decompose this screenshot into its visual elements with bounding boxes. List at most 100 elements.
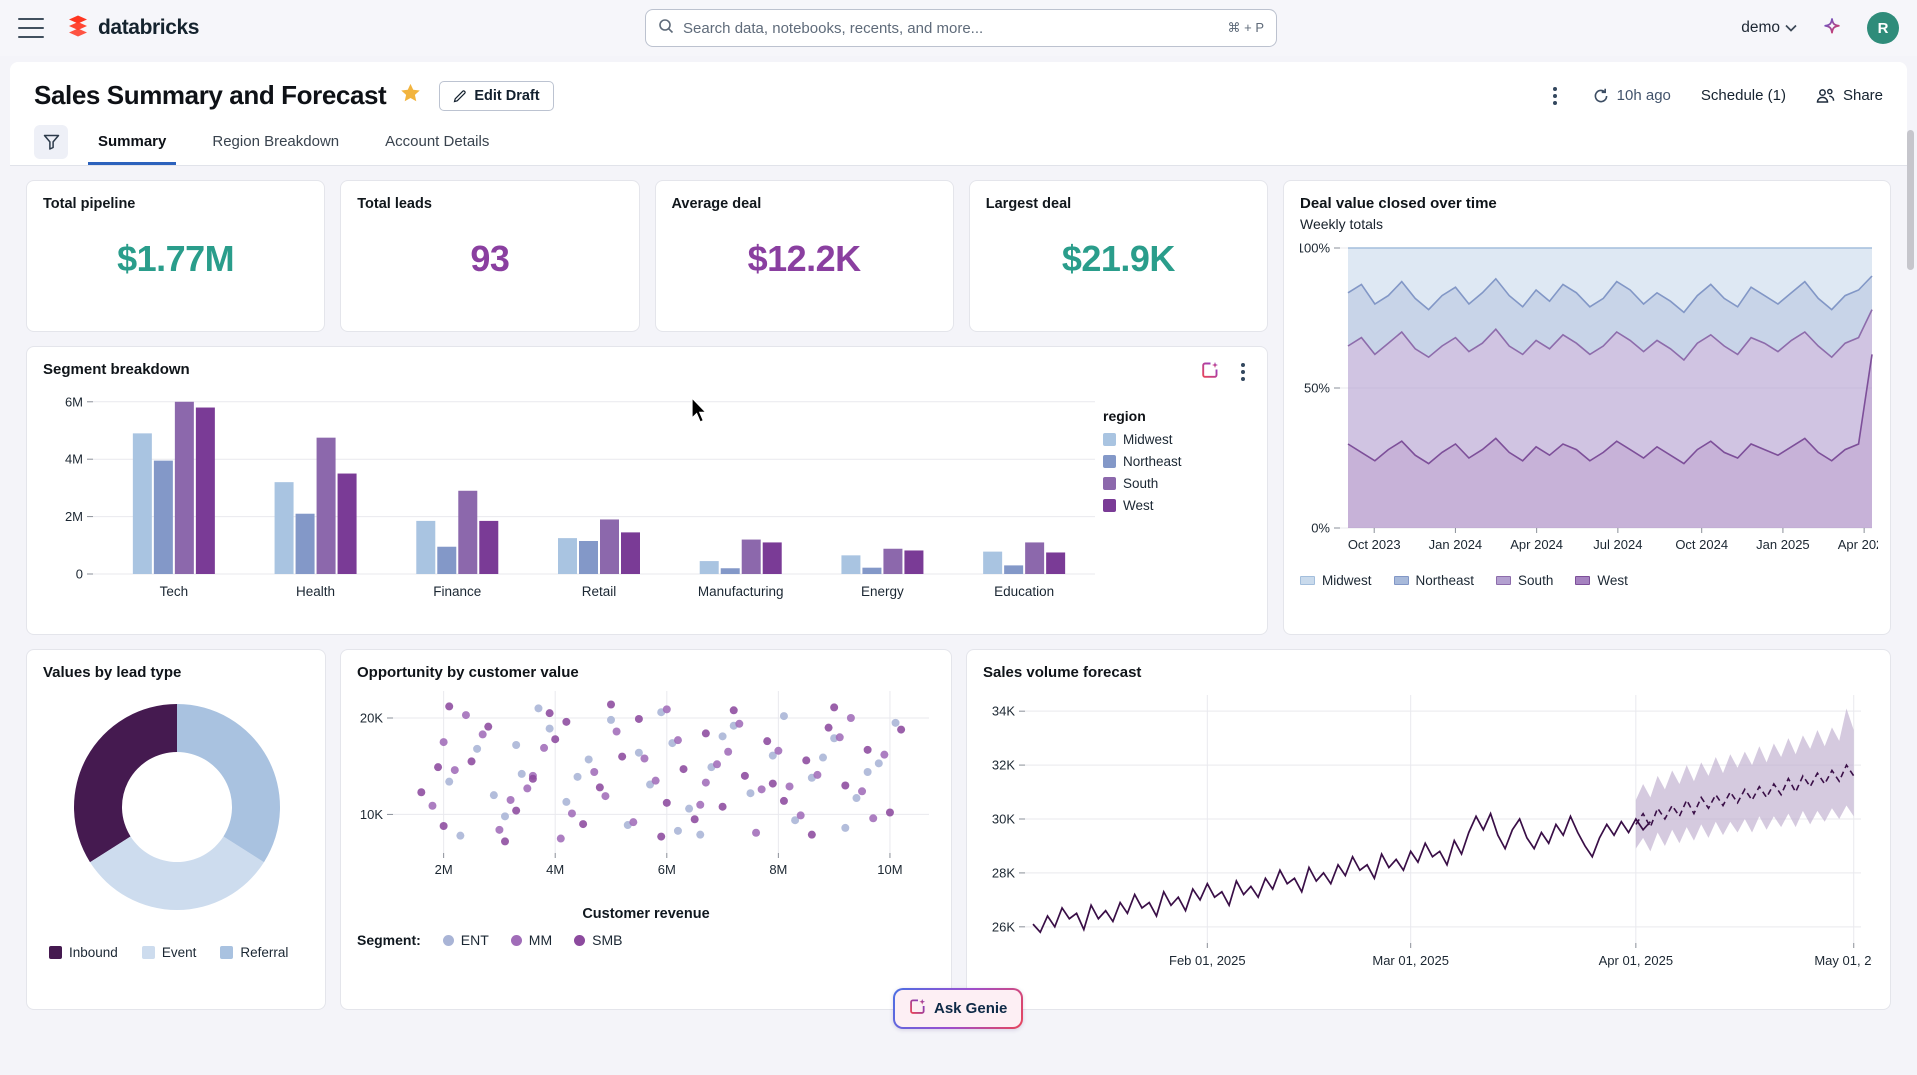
user-avatar[interactable]: R xyxy=(1867,12,1899,44)
x-axis-title: Customer revenue xyxy=(357,906,935,922)
svg-text:Finance: Finance xyxy=(433,584,481,599)
kpi-value: $12.2K xyxy=(672,238,937,280)
legend-item-west[interactable]: West xyxy=(1575,573,1628,588)
legend-item-ent[interactable]: ENT xyxy=(443,932,489,948)
kpi-label: Total leads xyxy=(357,196,622,212)
svg-text:28K: 28K xyxy=(992,865,1015,880)
svg-text:6M: 6M xyxy=(658,862,676,877)
lead-type-donut-chart[interactable] xyxy=(43,681,311,943)
legend-item-northeast[interactable]: Northeast xyxy=(1394,573,1475,588)
chart-title: Segment breakdown xyxy=(43,361,1251,378)
sales-forecast-card: Sales volume forecast Feb 01, 2025Mar 01… xyxy=(966,649,1891,1010)
chevron-down-icon xyxy=(1785,24,1797,32)
svg-text:Tech: Tech xyxy=(160,584,189,599)
chart-overflow-menu[interactable] xyxy=(1235,359,1251,385)
svg-text:May 01, 2025: May 01, 2025 xyxy=(1814,953,1872,968)
chart-title: Values by lead type xyxy=(43,664,309,681)
svg-text:Jul 2024: Jul 2024 xyxy=(1593,537,1642,552)
pencil-icon xyxy=(453,89,467,103)
filter-funnel-icon xyxy=(43,134,60,150)
search-input[interactable] xyxy=(683,20,1219,37)
svg-text:34K: 34K xyxy=(992,704,1015,719)
schedule-label: Schedule (1) xyxy=(1701,87,1786,104)
segment-breakdown-card: Segment breakdown 02M4M6MTechHealthFinan… xyxy=(26,346,1268,635)
share-people-icon xyxy=(1816,88,1835,104)
global-search[interactable]: ⌘ + P xyxy=(645,9,1277,47)
hamburger-menu-icon[interactable] xyxy=(18,18,44,38)
svg-text:Education: Education xyxy=(994,584,1054,599)
legend-item-inbound[interactable]: Inbound xyxy=(49,945,118,960)
deal-value-area-chart[interactable]: 0%50%100%Oct 2023Jan 2024Apr 2024Jul 202… xyxy=(1300,232,1878,562)
tab-region-breakdown[interactable]: Region Breakdown xyxy=(202,123,349,165)
svg-text:30K: 30K xyxy=(992,812,1015,827)
topbar: databricks ⌘ + P demo R xyxy=(0,0,1917,56)
svg-text:Jan 2025: Jan 2025 xyxy=(1756,537,1810,552)
refresh-icon xyxy=(1593,88,1609,104)
tab-summary[interactable]: Summary xyxy=(88,123,176,165)
legend-item-south[interactable]: South xyxy=(1496,573,1553,588)
dashboard-sheet: Sales Summary and Forecast Edit Draft 10… xyxy=(10,62,1907,166)
search-icon xyxy=(658,18,674,39)
assistant-sparkle-icon[interactable] xyxy=(1821,15,1843,42)
schedule-button[interactable]: Schedule (1) xyxy=(1701,87,1786,104)
legend-item-northeast[interactable]: Northeast xyxy=(1103,454,1215,469)
svg-text:Apr 01, 2025: Apr 01, 2025 xyxy=(1599,953,1673,968)
legend-item-south[interactable]: South xyxy=(1103,476,1215,491)
edit-draft-button[interactable]: Edit Draft xyxy=(439,81,553,111)
legend-item-west[interactable]: West xyxy=(1103,498,1215,513)
edit-draft-label: Edit Draft xyxy=(474,88,539,104)
databricks-logo-icon xyxy=(66,14,90,43)
legend-item-mm[interactable]: MM xyxy=(511,932,552,948)
svg-text:10M: 10M xyxy=(877,862,902,877)
kpi-label: Largest deal xyxy=(986,196,1251,212)
legend-item-midwest[interactable]: Midwest xyxy=(1103,432,1215,447)
filters-button[interactable] xyxy=(34,125,68,159)
scrollbar-thumb[interactable] xyxy=(1907,130,1914,270)
svg-text:10K: 10K xyxy=(360,807,383,822)
opportunity-scatter-chart[interactable]: 2M4M6M8M10M10K20K xyxy=(357,681,937,899)
share-button[interactable]: Share xyxy=(1816,87,1883,104)
segment-breakdown-bar-chart[interactable]: 02M4M6MTechHealthFinanceRetailManufactur… xyxy=(43,378,1103,615)
add-to-genie-icon[interactable] xyxy=(1201,361,1219,384)
svg-text:Health: Health xyxy=(296,584,335,599)
legend-item-referral[interactable]: Referral xyxy=(220,945,288,960)
svg-text:Jan 2024: Jan 2024 xyxy=(1429,537,1483,552)
kpi-value: $21.9K xyxy=(986,238,1251,280)
databricks-logo[interactable]: databricks xyxy=(66,14,199,43)
svg-text:Oct 2023: Oct 2023 xyxy=(1348,537,1401,552)
area-chart-legend: Midwest Northeast South West xyxy=(1300,573,1874,588)
svg-text:2M: 2M xyxy=(65,509,83,524)
favorite-star-icon[interactable] xyxy=(400,83,421,108)
workspace-selector[interactable]: demo xyxy=(1741,19,1797,37)
genie-icon xyxy=(909,998,926,1019)
svg-text:Feb 01, 2025: Feb 01, 2025 xyxy=(1169,953,1246,968)
svg-text:Apr 2024: Apr 2024 xyxy=(1510,537,1563,552)
dashboard-canvas: Total pipeline $1.77M Total leads 93 Ave… xyxy=(0,166,1917,1010)
brand-name: databricks xyxy=(98,16,199,40)
ask-genie-button[interactable]: Ask Genie xyxy=(893,988,1023,1029)
legend-title: region xyxy=(1103,408,1215,424)
chart-title: Opportunity by customer value xyxy=(357,664,935,681)
sales-forecast-line-chart[interactable]: Feb 01, 2025Mar 01, 2025Apr 01, 2025May … xyxy=(983,681,1872,986)
svg-text:Manufacturing: Manufacturing xyxy=(698,584,784,599)
dashboard-overflow-menu[interactable] xyxy=(1547,83,1563,109)
svg-text:20K: 20K xyxy=(360,711,383,726)
scatter-legend: Segment: ENT MM SMB xyxy=(357,932,935,948)
svg-text:Oct 2024: Oct 2024 xyxy=(1675,537,1728,552)
lead-type-card: Values by lead type Inbound Event Referr… xyxy=(26,649,326,1010)
svg-text:0: 0 xyxy=(76,567,83,582)
tab-account-details[interactable]: Account Details xyxy=(375,123,499,165)
legend-item-smb[interactable]: SMB xyxy=(574,932,622,948)
tab-bar: Summary Region Breakdown Account Details xyxy=(10,119,1907,166)
svg-text:50%: 50% xyxy=(1304,381,1330,396)
svg-text:2M: 2M xyxy=(435,862,453,877)
chart-title: Deal value closed over time xyxy=(1300,195,1874,212)
ask-genie-label: Ask Genie xyxy=(934,1000,1007,1017)
legend-item-midwest[interactable]: Midwest xyxy=(1300,573,1372,588)
svg-text:Energy: Energy xyxy=(861,584,904,599)
workspace-name: demo xyxy=(1741,19,1780,37)
deal-value-card: Deal value closed over time Weekly total… xyxy=(1283,180,1891,635)
legend-item-event[interactable]: Event xyxy=(142,945,197,960)
kpi-largest-deal: Largest deal $21.9K xyxy=(969,180,1268,332)
refresh-status[interactable]: 10h ago xyxy=(1593,87,1671,104)
